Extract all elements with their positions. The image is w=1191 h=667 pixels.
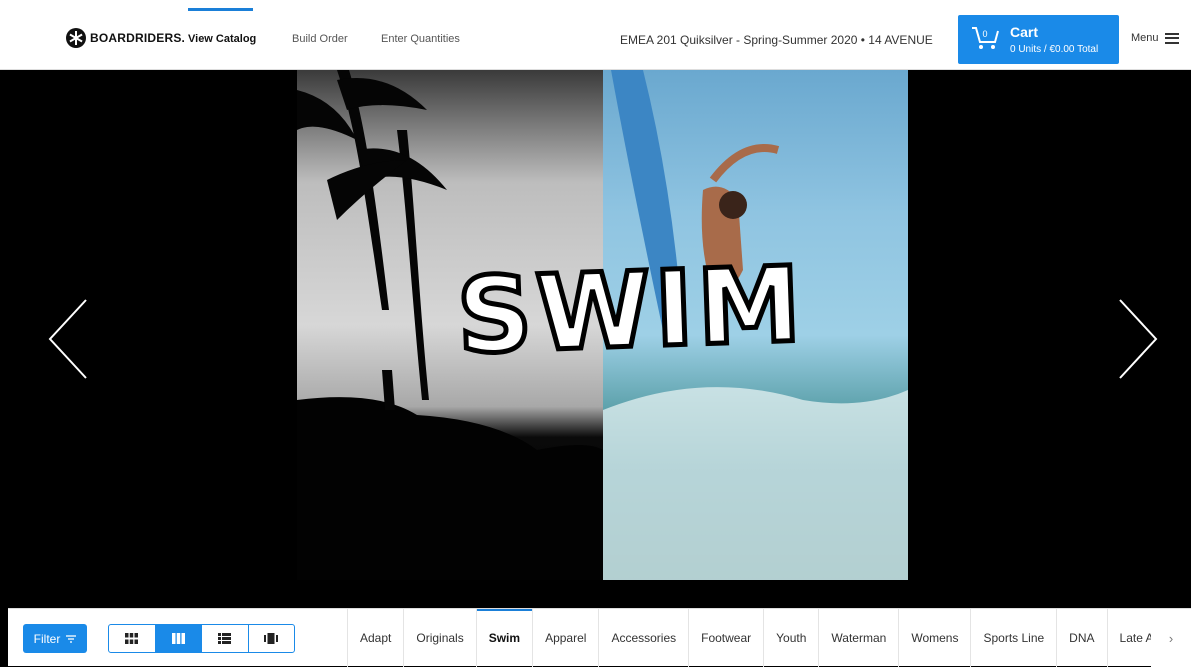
active-nav-indicator <box>188 8 253 11</box>
view-carousel-button[interactable] <box>249 625 295 652</box>
tab-youth[interactable]: Youth <box>764 609 820 667</box>
season-title: EMEA 201 Quiksilver - Spring-Summer 2020… <box>620 33 933 47</box>
cart-button[interactable]: 0 Cart 0 Units / €0.00 Total <box>958 15 1119 64</box>
menu-label: Menu <box>1131 32 1159 44</box>
cart-icon: 0 <box>972 27 999 49</box>
tab-footwear[interactable]: Footwear <box>689 609 765 667</box>
tab-originals[interactable]: Originals <box>404 609 477 667</box>
view-grid-large-button[interactable] <box>155 625 202 652</box>
nav-enter-quantities[interactable]: Enter Quantities <box>381 33 460 45</box>
boardriders-logo-icon <box>66 28 86 48</box>
view-mode-toggle <box>108 624 295 653</box>
previous-slide-arrow[interactable] <box>48 298 88 380</box>
menu-button[interactable]: Menu <box>1131 32 1179 44</box>
hero-banner-image[interactable]: SWIM <box>297 70 908 580</box>
view-grid-small-button[interactable] <box>109 625 156 652</box>
filter-icon <box>66 634 77 643</box>
list-view-icon <box>218 633 232 644</box>
grid-small-icon <box>125 633 139 644</box>
top-header: BOARDRIDERS. View Catalog Build Order En… <box>0 0 1191 70</box>
chevron-right-icon: › <box>1168 630 1174 646</box>
cart-summary: 0 Units / €0.00 Total <box>1010 44 1099 55</box>
view-list-button[interactable] <box>202 625 249 652</box>
tab-swim[interactable]: Swim <box>476 609 534 667</box>
cart-badge: 0 <box>982 29 987 39</box>
hero-carousel: SWIM <box>8 70 1191 608</box>
tab-apparel[interactable]: Apparel <box>533 609 600 667</box>
tab-adapt[interactable]: Adapt <box>347 609 405 667</box>
brand-name: BOARDRIDERS. <box>90 31 186 45</box>
filter-label: Filter <box>33 631 61 646</box>
catalog-toolbar: Filter Adapt Originals Swim Apparel Acce… <box>8 608 1191 667</box>
next-slide-arrow[interactable] <box>1118 298 1158 380</box>
tabs-scroll-right-button[interactable]: › <box>1151 609 1191 667</box>
tab-waterman[interactable]: Waterman <box>819 609 900 667</box>
tab-womens[interactable]: Womens <box>899 609 972 667</box>
category-tabs: Adapt Originals Swim Apparel Accessories… <box>347 609 1174 667</box>
hero-title: SWIM <box>452 241 809 380</box>
tab-sports-line[interactable]: Sports Line <box>971 609 1058 667</box>
tab-accessories[interactable]: Accessories <box>599 609 690 667</box>
nav-build-order[interactable]: Build Order <box>292 33 348 45</box>
grid-large-icon <box>171 633 185 644</box>
hamburger-icon <box>1164 32 1179 44</box>
carousel-view-icon <box>264 633 279 644</box>
cart-title: Cart <box>1010 24 1039 40</box>
brand-logo[interactable]: BOARDRIDERS. <box>66 28 185 48</box>
filter-button[interactable]: Filter <box>23 624 87 653</box>
tab-dna[interactable]: DNA <box>1057 609 1108 667</box>
nav-view-catalog[interactable]: View Catalog <box>188 33 256 45</box>
